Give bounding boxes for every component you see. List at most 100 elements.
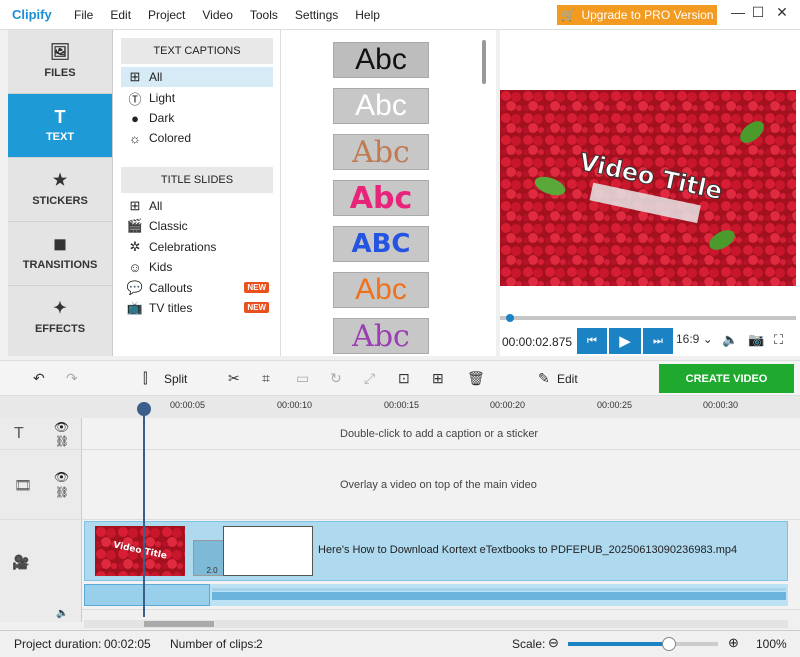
clip-thumbnail-2 [223,526,313,576]
style-tile[interactable]: Abc [333,318,429,354]
preview-progress-knob[interactable] [506,314,514,322]
style-tile[interactable]: Abc [333,180,429,216]
camera-track-icon: 🎥 [12,554,30,570]
timeline-ruler[interactable]: 00:00:05 00:00:10 00:00:15 00:00:20 00:0… [0,396,800,418]
ruler-mark: 00:00:20 [490,400,526,410]
ruler-mark: 00:00:05 [170,400,206,410]
video-track-header: 🎥 [0,520,82,609]
eye-icon[interactable]: 👁 [54,420,69,434]
crop-icon[interactable]: ⌗ [262,370,270,387]
volume-icon[interactable]: 🔈 [722,332,738,348]
undo-icon[interactable]: ↶ [33,370,45,387]
audio-track-header: 🔈 [0,608,82,622]
slide-cat-all[interactable]: ⊞ All [121,196,273,216]
style-tile[interactable]: ABC [333,226,429,262]
tab-effects-label: EFFECTS [34,323,86,335]
menu-tools[interactable]: Tools [250,8,278,22]
eye-icon[interactable]: 👁 [54,470,69,484]
clips-value: 2 [256,637,263,651]
duration-label: Project duration: [14,637,102,651]
dark-t-icon: ● [131,110,139,126]
caption-cat-colored[interactable]: ☼ Colored [121,128,273,148]
link-icon[interactable]: ⛓ [55,435,69,448]
tab-transitions[interactable]: ◼ TRANSITIONS [8,222,112,286]
caption-cat-colored-label: Colored [149,131,192,145]
zoom-in-icon[interactable]: ⊕ [728,635,739,651]
raspberry-thumbnail: Video Title [95,526,185,576]
tab-text[interactable]: T TEXT [8,94,112,158]
play-button[interactable]: ▶ [609,328,641,354]
speech-bubble-icon: 💬 [126,280,144,295]
aspect-icon[interactable]: ▭ [296,370,309,387]
aspect-ratio-dropdown[interactable]: 16:9 ⌄ [676,332,713,346]
skip-back-icon: ⏮ [587,334,597,347]
timeline-hscrollbar[interactable] [84,620,788,628]
tab-files[interactable]: 🖼 FILES [8,30,112,94]
close-icon[interactable]: ✕ [770,4,794,21]
hscroll-thumb[interactable] [144,621,214,627]
clip-filename: Here's How to Download Kortext eTextbook… [318,544,738,556]
menu-file[interactable]: File [74,8,93,22]
prev-frame-button[interactable]: ⏮ [577,328,607,354]
split-icon[interactable]: ⫿ [143,370,147,387]
scale-slider[interactable] [568,637,718,651]
waveform-graphic [212,588,786,600]
screenshot-icon[interactable]: ⊡ [398,370,410,387]
stabilize-icon[interactable]: ⤢ [364,370,375,387]
menu-video[interactable]: Video [202,8,232,22]
menu-help[interactable]: Help [355,8,380,22]
audio-waveform[interactable] [84,584,788,606]
caption-cat-all[interactable]: ⊞ All [121,67,273,87]
caption-track[interactable]: T 👁 ⛓ Double-click to add a caption or a… [0,418,800,450]
slide-cat-all-label: All [149,199,163,213]
link-icon[interactable]: ⛓ [55,486,69,499]
menu-settings[interactable]: Settings [295,8,338,22]
rotate-icon[interactable]: ↻ [330,370,342,387]
trash-icon[interactable]: 🗑 [467,370,485,387]
caption-cat-light-label: Light [149,91,176,105]
style-tile[interactable]: Abc [333,134,429,170]
style-tile[interactable]: Abc [333,88,429,124]
create-video-button[interactable]: CREATE VIDEO [659,364,794,393]
image-icon: 🖼 [49,43,71,61]
preview-progress-track[interactable] [500,316,796,320]
next-frame-button[interactable]: ⏭ [643,328,673,354]
tab-transitions-label: TRANSITIONS [22,258,98,271]
overlay-track[interactable]: 🎞 👁 ⛓ Overlay a video on top of the main… [0,450,800,520]
edit-icon[interactable]: ✎ [538,370,550,387]
maximize-icon[interactable]: ☐ [746,4,770,21]
style-tile[interactable]: Abc [333,42,429,78]
sun-icon: ☼ [129,130,141,146]
split-button[interactable]: Split [164,372,187,386]
slide-cat-classic[interactable]: 🎬 Classic [121,216,273,236]
edit-button[interactable]: Edit [557,372,578,386]
overlay-track-hint: Overlay a video on top of the main video [340,479,537,491]
scissors-icon[interactable]: ✂ [228,370,240,387]
playhead-line[interactable] [143,402,145,617]
style-tile[interactable]: Abc [333,272,429,308]
menu-edit[interactable]: Edit [110,8,131,22]
redo-icon[interactable]: ↷ [66,370,78,387]
styles-scrollbar[interactable] [482,40,486,84]
text-t-icon: T [54,106,66,127]
tab-effects[interactable]: ✦ EFFECTS [8,286,112,350]
audio-segment-selected[interactable] [84,584,210,606]
menu-project[interactable]: Project [148,8,185,22]
playhead-knob[interactable] [137,402,151,416]
tab-stickers[interactable]: ★ STICKERS [8,158,112,222]
speaker-icon[interactable]: 🔈 [56,608,68,619]
fullscreen-icon[interactable]: ⛶ [774,332,783,348]
camera-icon[interactable]: 📷 [748,332,764,348]
caption-track-hint: Double-click to add a caption or a stick… [340,428,539,440]
add-clip-icon[interactable]: ⊞ [432,370,444,387]
upgrade-button[interactable]: 🛒 Upgrade to PRO Version [557,5,717,25]
main-clip[interactable]: Video Title 2.0 Here's How to Download K… [84,521,788,581]
slide-cat-callouts[interactable]: 💬 Callouts NEW [121,278,273,298]
slide-cat-tv-titles[interactable]: 📺 TV titles NEW [121,298,273,318]
slide-cat-kids[interactable]: ☺ Kids [121,257,273,277]
caption-cat-dark[interactable]: ● Dark [121,108,273,128]
scale-slider-knob[interactable] [661,637,676,651]
slide-cat-celebrations[interactable]: ✲ Celebrations [121,237,273,257]
caption-cat-light[interactable]: Ⓣ Light [121,88,273,108]
zoom-out-icon[interactable]: ⊖ [548,635,559,651]
